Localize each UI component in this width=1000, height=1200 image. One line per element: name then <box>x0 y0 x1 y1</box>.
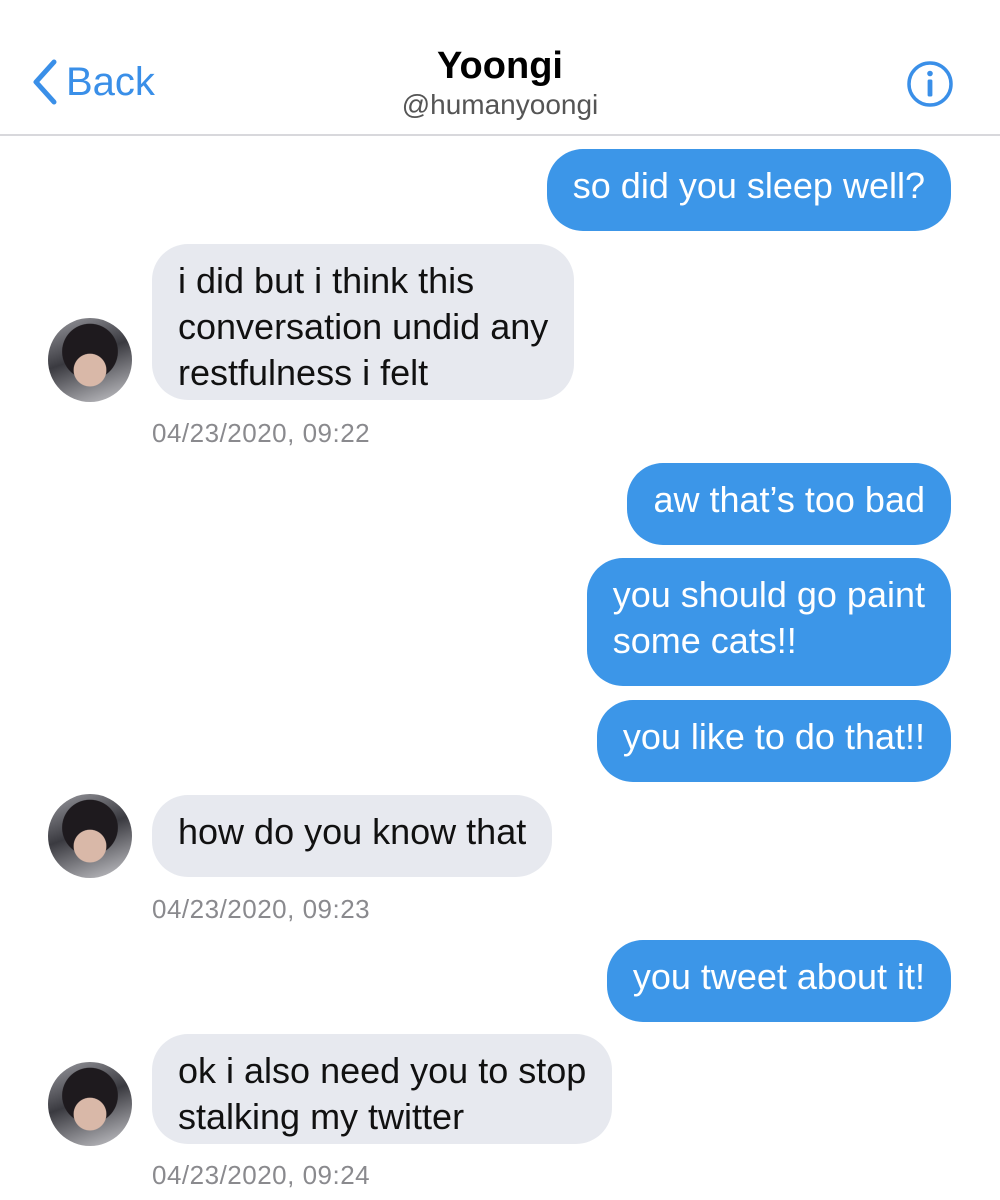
message-line: how do you know that <box>178 811 527 852</box>
outgoing-message-bubble[interactable]: you like to do that!! <box>596 700 951 782</box>
info-button[interactable] <box>906 60 954 108</box>
outgoing-message-bubble[interactable]: you should go paint some cats!! <box>586 558 951 686</box>
info-circle-icon <box>907 61 953 107</box>
conversation-header: Back Yoongi @humanyoongi <box>0 0 1000 136</box>
user-handle: @humanyoongi <box>401 89 599 120</box>
message-timestamp: 04/23/2020, 09:24 <box>152 1160 371 1190</box>
message-line: you like to do that!! <box>622 716 925 757</box>
message-line: some cats!! <box>612 620 797 661</box>
message-line: so did you sleep well? <box>572 165 925 206</box>
title-block: Yoongi @humanyoongi <box>250 44 750 122</box>
avatar[interactable] <box>48 794 132 878</box>
outgoing-message-bubble[interactable]: you tweet about it! <box>606 940 951 1022</box>
chevron-left-icon <box>33 59 57 105</box>
avatar[interactable] <box>48 318 132 402</box>
incoming-message-bubble[interactable]: how do you know that <box>152 795 553 877</box>
message-line: ok i also need you to stop <box>178 1050 587 1091</box>
message-timestamp: 04/23/2020, 09:23 <box>152 894 371 924</box>
message-line: aw that’s too bad <box>653 479 925 520</box>
incoming-message-bubble[interactable]: ok i also need you to stop stalking my t… <box>152 1034 613 1144</box>
message-line: restfulness i felt <box>178 352 429 393</box>
message-line: conversation undid any <box>178 306 549 347</box>
incoming-message-bubble[interactable]: i did but i think this conversation undi… <box>152 244 575 400</box>
message-line: stalking my twitter <box>178 1096 465 1137</box>
back-label: Back <box>66 60 155 104</box>
outgoing-message-bubble[interactable]: aw that’s too bad <box>627 463 951 545</box>
message-line: i did but i think this <box>178 260 475 301</box>
outgoing-message-bubble[interactable]: so did you sleep well? <box>546 149 951 231</box>
message-timestamp: 04/23/2020, 09:22 <box>152 418 371 448</box>
page-title: Yoongi <box>437 45 563 87</box>
message-line: you tweet about it! <box>632 956 925 997</box>
message-line: you should go paint <box>612 574 925 615</box>
avatar[interactable] <box>48 1062 132 1146</box>
back-button[interactable]: Back <box>30 58 155 106</box>
